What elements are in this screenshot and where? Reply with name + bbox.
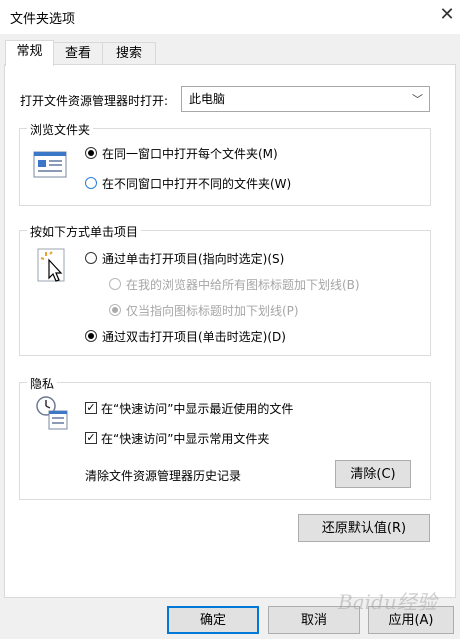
browse-folders-group [19,128,431,206]
radio-underline-all[interactable] [109,278,121,290]
radio-same-window[interactable] [85,147,97,159]
chevron-down-icon: ﹀ [412,93,423,106]
different-window-label: 在不同窗口中打开不同的文件夹(W) [102,177,292,191]
title-bar: 文件夹选项 ✕ [0,0,460,34]
restore-defaults-button[interactable]: 还原默认值(R) [298,514,430,542]
browse-folders-title: 浏览文件夹 [27,121,94,138]
tab-view-label: 查看 [64,46,91,61]
checkbox-show-frequent[interactable]: ✓ [85,432,97,444]
tab-search-label: 搜索 [115,46,142,61]
underline-all-label: 在我的浏览器中给所有图标标题加下划线(B) [126,278,360,292]
pointer-click-icon [37,248,69,284]
clear-history-label: 清除文件资源管理器历史记录 [85,469,242,483]
tab-general[interactable]: 常规 [5,40,54,66]
same-window-label: 在同一窗口中打开每个文件夹(M) [102,147,278,161]
window-folder-icon [33,150,67,180]
checkbox-show-recent[interactable]: ✓ [85,402,97,414]
ok-button[interactable]: 确定 [167,606,259,634]
open-explorer-value: 此电脑 [189,92,226,106]
tab-general-label: 常规 [16,44,43,59]
radio-double-click[interactable] [85,330,97,342]
click-items-title: 按如下方式单击项目 [27,223,142,240]
radio-underline-point[interactable] [109,304,121,316]
tab-search[interactable]: 搜索 [102,42,156,65]
tab-view[interactable]: 查看 [53,42,103,65]
clear-history-button[interactable]: 清除(C) [335,460,411,488]
open-explorer-label: 打开文件资源管理器时打开: [20,94,169,108]
show-recent-label: 在“快速访问”中显示最近使用的文件 [101,402,294,416]
underline-point-label: 仅当指向图标标题时加下划线(P) [126,304,299,318]
show-frequent-label: 在“快速访问”中显示常用文件夹 [101,432,270,446]
history-clock-icon [35,395,69,431]
radio-different-window[interactable] [85,177,97,189]
window-title: 文件夹选项 [10,12,76,27]
radio-single-click[interactable] [85,252,97,264]
baidu-watermark: Baidu经验 [338,590,437,614]
open-explorer-select[interactable]: 此电脑 ﹀ [181,86,430,112]
single-click-label: 通过单击打开项目(指向时选定)(S) [102,252,285,266]
double-click-label: 通过双击打开项目(单击时选定)(D) [102,330,286,344]
privacy-title: 隐私 [27,375,58,392]
close-icon[interactable]: ✕ [436,4,458,26]
